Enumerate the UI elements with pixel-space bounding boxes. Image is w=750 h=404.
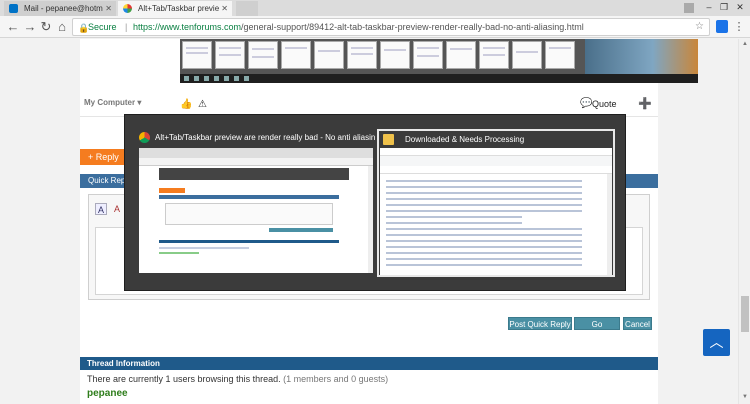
browser-toolbar: ← → ↻ ⌂ 🔒 Secure | https://www.tenforums… (0, 16, 750, 38)
wallpaper-region (585, 39, 698, 74)
font-icon[interactable]: A (95, 203, 107, 215)
chevron-up-icon: ︿ (709, 334, 724, 350)
report-warning-icon[interactable]: ⚠ (198, 99, 207, 110)
window-preview (380, 148, 612, 275)
url-domain: https://www.tenforums.com (133, 22, 242, 32)
home-icon[interactable]: ⌂ (54, 19, 70, 35)
tab-mail[interactable]: Mail - pepanee@hotm ✕ (4, 1, 116, 16)
window-title: Downloaded & Needs Processing (379, 131, 613, 149)
window-title-text: Alt+Tab/Taskbar preview are render reall… (155, 133, 375, 142)
thumbs-up-icon[interactable]: 👍 (180, 99, 192, 110)
forward-icon[interactable]: → (22, 19, 38, 35)
separator: | (125, 22, 128, 32)
image-thumbnail (215, 41, 245, 69)
outlook-icon (9, 4, 18, 13)
menu-icon[interactable]: ⋮ (731, 19, 747, 35)
back-icon[interactable]: ← (5, 19, 21, 35)
alt-tab-window-explorer[interactable]: Downloaded & Needs Processing (377, 129, 615, 277)
image-thumbnail (380, 41, 410, 69)
scroll-up-icon[interactable]: ▲ (741, 41, 749, 47)
extension-icon[interactable] (716, 20, 728, 33)
tab-strip: Mail - pepanee@hotm ✕ Alt+Tab/Taskbar pr… (0, 0, 750, 16)
url-path: /general-support/89412-alt-tab-taskbar-p… (241, 22, 584, 32)
page-scrollbar[interactable]: ▲ ▼ (738, 39, 750, 404)
browsing-users-text: There are currently 1 users browsing thi… (87, 374, 388, 384)
close-icon[interactable]: ✕ (729, 0, 750, 14)
image-thumbnail (446, 41, 476, 69)
my-computer-toggle[interactable]: My Computer ▾ (84, 98, 141, 107)
image-thumbnail (314, 41, 344, 69)
multi-quote-icon[interactable]: ➕ (638, 97, 652, 110)
chrome-icon (139, 132, 150, 143)
browsing-user-link[interactable]: pepanee (87, 388, 128, 399)
alt-tab-switcher: Alt+Tab/Taskbar preview are render reall… (124, 114, 626, 291)
close-tab-icon[interactable]: ✕ (221, 1, 228, 16)
image-thumbnail (512, 41, 542, 69)
thread-information-header: Thread Information (80, 357, 658, 370)
image-thumbnail (182, 41, 212, 69)
scroll-down-icon[interactable]: ▼ (741, 394, 749, 400)
image-thumbnail (347, 41, 377, 69)
reload-icon[interactable]: ↻ (38, 19, 54, 35)
tab-label: Mail - pepanee@hotm (24, 4, 103, 13)
quote-icon[interactable]: 💬 (580, 98, 592, 109)
chevron-down-icon: ▾ (137, 98, 142, 107)
window-preview (139, 148, 373, 273)
quote-button[interactable]: Quote (592, 99, 617, 109)
image-thumbnail (479, 41, 509, 69)
image-thumbnail (545, 41, 575, 69)
my-computer-label: My Computer (84, 98, 136, 107)
secure-label: Secure (88, 22, 117, 32)
profile-icon[interactable] (678, 1, 700, 15)
close-tab-icon[interactable]: ✕ (105, 1, 112, 16)
tab-label: Alt+Tab/Taskbar previe (138, 4, 220, 13)
image-thumbnail (248, 41, 278, 69)
new-tab-button[interactable] (236, 1, 258, 16)
image-thumbnail (413, 41, 443, 69)
folder-icon (383, 134, 394, 145)
tab-thread[interactable]: Alt+Tab/Taskbar previe ✕ (118, 1, 232, 16)
browsing-count: There are currently 1 users browsing thi… (87, 374, 281, 384)
bookmark-star-icon[interactable]: ☆ (695, 19, 704, 35)
window-title-text: Downloaded & Needs Processing (405, 135, 525, 144)
post-quick-reply-button[interactable]: Post Quick Reply (508, 317, 572, 330)
cancel-button[interactable]: Cancel (623, 317, 652, 330)
browsing-detail: (1 members and 0 guests) (283, 374, 389, 384)
mini-taskbar (180, 74, 698, 83)
url-text: https://www.tenforums.com/general-suppor… (133, 19, 584, 35)
image-thumbnail (281, 41, 311, 69)
alt-tab-window-chrome[interactable]: Alt+Tab/Taskbar preview are render reall… (137, 129, 375, 277)
post-screenshot-image[interactable] (180, 39, 698, 83)
text-color-icon[interactable]: A (111, 203, 123, 215)
scrollbar-thumb[interactable] (741, 296, 749, 332)
back-to-top-button[interactable]: ︿ (703, 329, 730, 356)
window-title: Alt+Tab/Taskbar preview are render reall… (137, 129, 375, 147)
go-advanced-button[interactable]: Go Advanced (574, 317, 620, 342)
tenforums-icon (123, 4, 132, 13)
address-bar[interactable]: 🔒 Secure | https://www.tenforums.com/gen… (72, 18, 710, 36)
